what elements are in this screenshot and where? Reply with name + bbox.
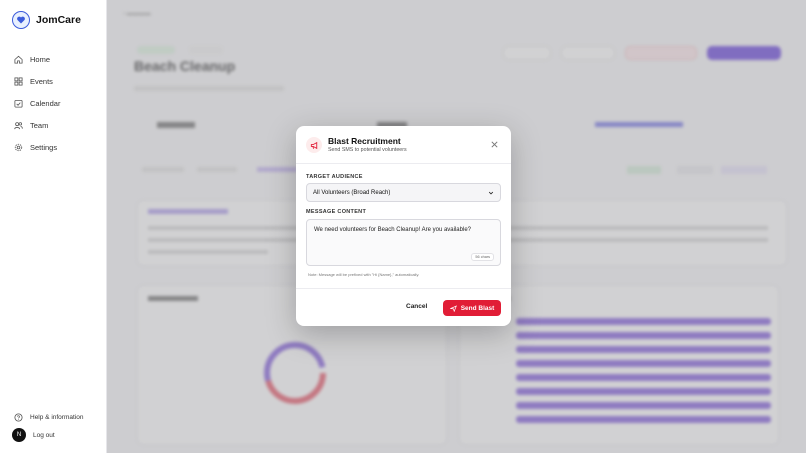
audience-label: TARGET AUDIENCE [306, 174, 363, 180]
dialog-title: Blast Recruitment [328, 136, 401, 146]
char-count-badge: 56 chars [471, 253, 494, 261]
blast-recruitment-dialog: Blast Recruitment Send SMS to potential … [296, 126, 511, 326]
message-textarea[interactable]: We need volunteers for Beach Cleanup! Ar… [306, 219, 501, 266]
audience-select[interactable]: All Volunteers (Broad Reach) [306, 183, 501, 202]
sidebar-item-label: Events [30, 76, 53, 86]
sidebar-item-label: Calendar [30, 98, 61, 108]
brand[interactable]: JomCare [12, 11, 81, 29]
users-icon [14, 121, 23, 129]
logout-link[interactable]: N Log out [8, 428, 100, 442]
sidebar-item-label: Settings [30, 142, 58, 152]
message-label: MESSAGE CONTENT [306, 209, 367, 215]
send-blast-button[interactable]: Send Blast [443, 300, 501, 316]
prefix-note: Note: Message will be prefixed with "Hi … [308, 272, 420, 277]
help-circle-icon [14, 412, 23, 422]
chevron-down-icon [488, 191, 494, 194]
send-blast-label: Send Blast [460, 304, 495, 312]
grid-icon [14, 76, 23, 86]
sidebar-item-settings[interactable]: Settings [8, 138, 100, 156]
help-link[interactable]: Help & information [8, 410, 100, 424]
jomcare-logo-icon [12, 11, 30, 29]
sidebar-item-label: Team [30, 120, 49, 130]
home-icon [14, 55, 23, 64]
brand-name: JomCare [36, 14, 81, 26]
message-text: We need volunteers for Beach Cleanup! Ar… [314, 227, 471, 233]
cancel-button[interactable]: Cancel [406, 303, 427, 310]
megaphone-icon [306, 137, 322, 153]
sidebar-nav: Home Events Calendar Team Settings [8, 50, 100, 160]
gear-icon [14, 143, 23, 151]
dialog-header: Blast Recruitment Send SMS to potential … [296, 126, 511, 164]
logout-label: Log out [33, 431, 55, 439]
send-icon [449, 304, 457, 312]
avatar: N [12, 428, 26, 442]
audience-selected-value: All Volunteers (Broad Reach) [313, 189, 391, 196]
sidebar-item-label: Home [30, 54, 51, 64]
help-label: Help & information [30, 413, 84, 421]
sidebar-item-calendar[interactable]: Calendar [8, 94, 100, 112]
sidebar-item-team[interactable]: Team [8, 116, 100, 134]
sidebar-item-home[interactable]: Home [8, 50, 100, 68]
dialog-subtitle: Send SMS to potential volunteers [328, 147, 407, 153]
sidebar: JomCare Home Events Calendar Team Settin… [0, 0, 107, 453]
close-icon[interactable] [490, 140, 499, 149]
sidebar-item-events[interactable]: Events [8, 72, 100, 90]
calendar-icon [14, 99, 23, 108]
